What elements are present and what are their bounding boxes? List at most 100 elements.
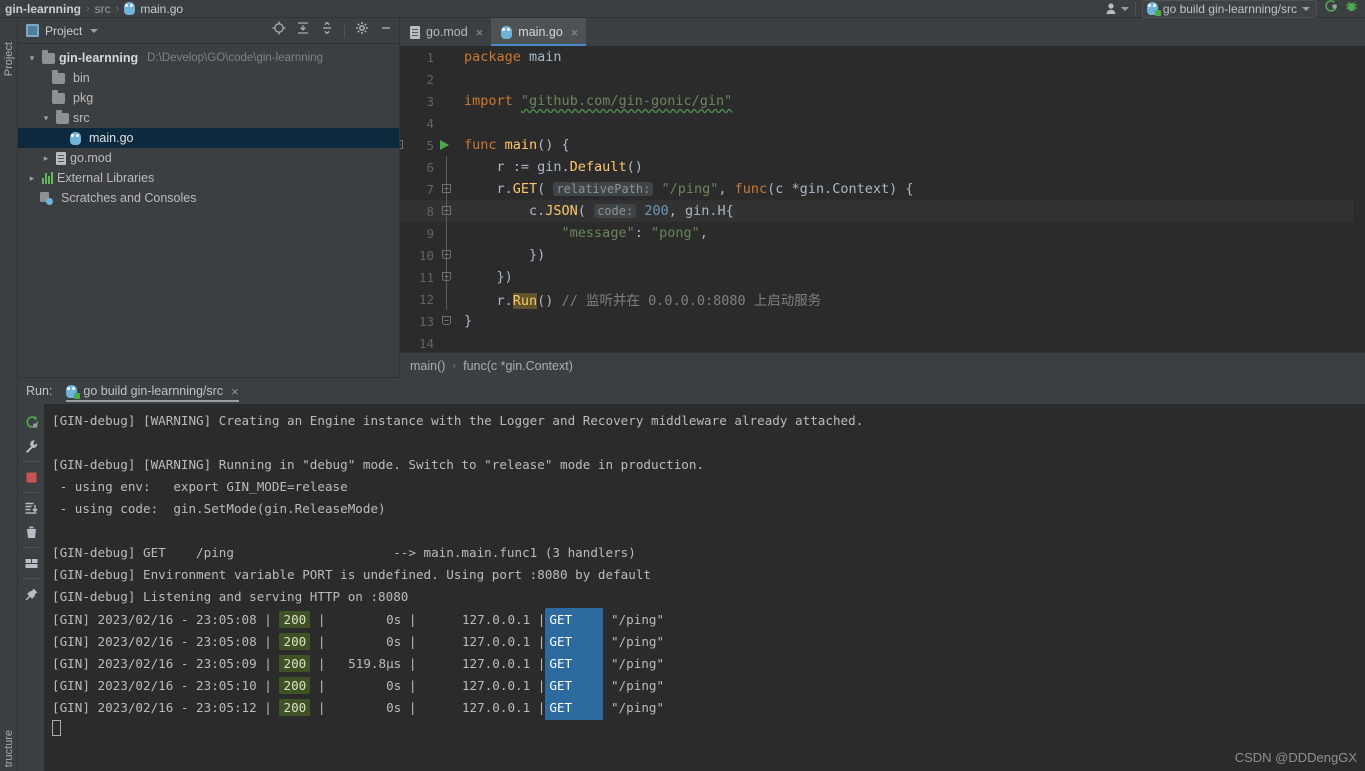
tree-node-scratches[interactable]: Scratches and Consoles xyxy=(18,188,399,208)
run-button[interactable] xyxy=(1323,0,1338,19)
wrench-icon[interactable] xyxy=(18,434,44,458)
collapse-all-icon[interactable] xyxy=(320,21,334,40)
breadcrumb-file[interactable]: main.go xyxy=(140,2,183,16)
gutter[interactable] xyxy=(434,68,460,90)
run-console[interactable]: [GIN-debug] [WARNING] Creating an Engine… xyxy=(44,404,1365,771)
user-avatar-icon[interactable] xyxy=(1105,2,1129,15)
log-prefix: [GIN] 2023/02/16 - 23:05:10 | xyxy=(52,678,272,693)
log-latency: 0s xyxy=(386,634,402,649)
chevron-down-icon[interactable] xyxy=(90,28,99,33)
fold-marker-icon[interactable]: − xyxy=(442,250,451,259)
log-sep: | xyxy=(317,612,326,627)
tree-node-label: pkg xyxy=(73,91,94,105)
gutter[interactable]: − xyxy=(434,266,460,288)
line-number: 2 xyxy=(426,71,434,87)
tool-window-structure-label[interactable]: tructure xyxy=(3,730,15,767)
tree-node-label: gin-learnning xyxy=(59,51,139,65)
gutter[interactable] xyxy=(434,288,460,310)
gutter[interactable] xyxy=(434,112,460,134)
gutter[interactable] xyxy=(434,156,460,178)
tree-node-main-go[interactable]: main.go xyxy=(18,128,399,148)
breadcrumb-src[interactable]: src xyxy=(95,2,111,16)
run-tab-label: go build gin-learnning/src xyxy=(83,384,224,398)
line-number: 3 xyxy=(426,93,434,109)
gutter[interactable] xyxy=(434,90,460,112)
editor-breadcrumb-func[interactable]: func(c *gin.Context) xyxy=(463,359,573,373)
go-mod-file-icon xyxy=(410,25,420,39)
fold-marker-icon[interactable]: − xyxy=(442,206,451,215)
divider xyxy=(23,547,39,548)
stop-icon[interactable] xyxy=(18,465,44,489)
editor-scrollbar[interactable] xyxy=(1353,46,1365,352)
tab-close-icon[interactable]: × xyxy=(571,25,579,40)
console-line: - using code: gin.SetMode(gin.ReleaseMod… xyxy=(52,501,386,516)
locate-target-icon[interactable] xyxy=(272,21,286,40)
run-panel-tab[interactable]: go build gin-learnning/src × xyxy=(62,378,246,404)
pin-icon[interactable] xyxy=(18,582,44,606)
chevron-right-icon[interactable]: ▸ xyxy=(40,153,52,164)
fold-marker-icon[interactable]: − xyxy=(442,184,451,193)
scroll-to-end-icon[interactable] xyxy=(18,496,44,520)
trash-icon[interactable] xyxy=(18,520,44,544)
tree-node-src[interactable]: ▾ src xyxy=(18,108,399,128)
gutter[interactable]: − xyxy=(434,244,460,266)
breadcrumb: gin-learnning › src › main.go xyxy=(0,2,183,16)
console-line: [GIN-debug] [WARNING] Running in "debug"… xyxy=(52,457,705,472)
titlebar: gin-learnning › src › main.go go build g… xyxy=(0,0,1365,18)
status-badge: 200 xyxy=(279,611,311,628)
line-number: 12 xyxy=(418,291,434,307)
chevron-down-icon[interactable]: ▾ xyxy=(26,53,38,64)
import-path: "github.com/gin-gonic/gin" xyxy=(520,93,733,109)
status-badge: 200 xyxy=(279,677,311,694)
tool-window-project-label[interactable]: Project xyxy=(3,42,15,76)
breadcrumb-project[interactable]: gin-learnning xyxy=(5,2,81,16)
minimize-icon[interactable] xyxy=(379,21,393,40)
tab-close-icon[interactable]: × xyxy=(476,25,484,40)
gutter[interactable] xyxy=(434,332,460,352)
gutter[interactable] xyxy=(434,46,460,68)
gutter-run[interactable] xyxy=(434,134,460,156)
run-gutter-icon[interactable] xyxy=(440,140,449,150)
editor-breadcrumb-main[interactable]: main() xyxy=(410,359,445,373)
console-request-row: [GIN] 2023/02/16 - 23:05:09 | 200 | 519.… xyxy=(52,652,1365,676)
debug-button[interactable] xyxy=(1344,0,1359,19)
tree-node-gin-learnning[interactable]: ▾ gin-learnning D:\Develop\GO\code\gin-l… xyxy=(18,48,399,68)
console-cursor xyxy=(52,720,61,736)
tab-main-go[interactable]: main.go × xyxy=(491,18,587,46)
rerun-icon[interactable] xyxy=(18,410,44,434)
tree-node-external-libraries[interactable]: ▸ External Libraries xyxy=(18,168,399,188)
line-number: 8 xyxy=(426,203,434,219)
run-panel-toolbar xyxy=(18,404,44,771)
gutter[interactable]: − xyxy=(434,200,460,222)
tree-node-go-mod[interactable]: ▸ go.mod xyxy=(18,148,399,168)
fold-marker-icon[interactable]: − xyxy=(442,272,451,281)
project-panel-header: Project xyxy=(18,18,399,44)
tree-node-pkg[interactable]: pkg xyxy=(18,88,399,108)
chevron-right-icon[interactable]: ▸ xyxy=(26,173,38,184)
fold-marker-icon[interactable]: − xyxy=(442,316,451,325)
line-number: 13 xyxy=(418,313,434,329)
chevron-down-icon[interactable]: ▾ xyxy=(40,113,52,124)
run-configuration-selector[interactable]: go build gin-learnning/src xyxy=(1141,0,1317,18)
tree-node-bin[interactable]: bin xyxy=(18,68,399,88)
tree-node-label: go.mod xyxy=(70,151,112,165)
gutter[interactable]: − xyxy=(434,310,460,332)
console-line: [GIN-debug] GET /ping --> main.main.func… xyxy=(52,545,636,560)
tab-go-mod[interactable]: go.mod × xyxy=(400,18,491,46)
go-file-icon xyxy=(124,2,136,15)
console-line: [GIN-debug] Environment variable PORT is… xyxy=(52,567,651,582)
code-editor[interactable]: 1 package main 2 3 import "github.com/gi… xyxy=(400,46,1365,352)
settings-gear-icon[interactable] xyxy=(355,21,369,40)
log-sep: | xyxy=(537,634,546,649)
expand-all-icon[interactable] xyxy=(296,21,310,40)
gutter[interactable] xyxy=(434,222,460,244)
layout-icon[interactable] xyxy=(18,551,44,575)
fold-marker-icon[interactable]: − xyxy=(400,140,403,149)
breadcrumb-separator-icon: › xyxy=(115,2,120,15)
run-tab-close-icon[interactable]: × xyxy=(231,384,239,399)
method-badge: GET xyxy=(545,630,604,654)
editor-tabbar: go.mod × main.go × xyxy=(400,18,1365,46)
breadcrumb-separator-icon: › xyxy=(452,359,457,372)
gutter[interactable]: − xyxy=(434,178,460,200)
